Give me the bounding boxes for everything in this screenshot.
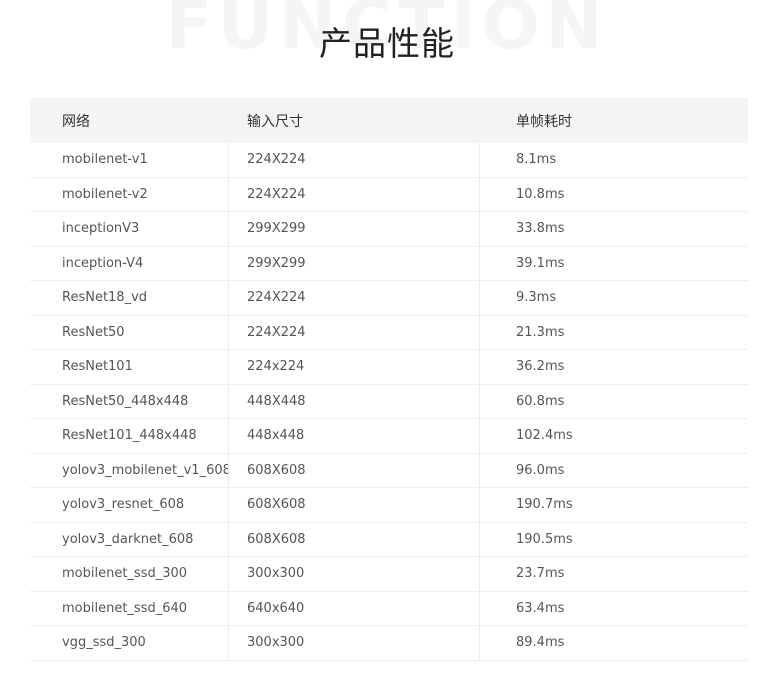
table-row: yolov3_darknet_608 608X608 190.5ms [30,522,748,557]
cell-input-size: 224x224 [229,350,480,384]
page-title: 产品性能 [319,24,455,63]
cell-input-size: 299X299 [229,246,480,280]
table-row: mobilenet-v2 224X224 10.8ms [30,177,748,212]
table-row: ResNet101_448x448 448x448 102.4ms [30,419,748,454]
cell-frame-time: 36.2ms [516,359,565,375]
cell-frame-time: 102.4ms [516,428,573,444]
performance-table: 网络 输入尺寸 单帧耗时 mobilenet-v1 224X224 8.1ms mob… [30,98,748,661]
table-row: mobilenet_ssd_300 300x300 23.7ms [30,557,748,592]
cell-frame-time: 190.5ms [480,522,748,556]
cell-input-size: 640x640 [229,591,480,625]
cell-network: ResNet18_vd [30,281,229,315]
table-header-row: 网络 输入尺寸 单帧耗时 [30,98,748,143]
header-input-size: 输入尺寸 [247,113,303,130]
cell-input-size: 608X608 [229,522,480,556]
cell-network: inception-V4 [30,246,229,280]
table-row: yolov3_resnet_608 608X608 190.7ms [30,488,748,523]
cell-input-size: 300x300 [229,557,480,591]
cell-input-size: 299X299 [229,212,480,246]
cell-frame-time: 9.3ms [516,290,557,306]
table-row: inception-V4 299X299 39.1ms [30,246,748,281]
cell-network: yolov3_mobilenet_v1_608 [30,453,229,487]
table-row: mobilenet-v1 224X224 8.1ms [30,143,748,178]
cell-frame-time: 89.4ms [516,635,565,651]
cell-network: ResNet50_448x448 [30,384,229,418]
header-network: 网络 [62,113,90,130]
cell-frame-time: 33.8ms [516,221,565,237]
cell-network: ResNet50 [30,315,229,349]
cell-frame-time: 21.3ms [480,315,748,349]
table-row: ResNet101 224x224 36.2ms [30,350,748,385]
cell-frame-time: 63.4ms [480,591,748,625]
cell-frame-time: 8.1ms [516,152,557,168]
cell-network: yolov3_resnet_608 [30,488,229,522]
table-row: vgg_ssd_300 300x300 89.4ms [30,626,748,661]
cell-input-size: 608X608 [229,453,480,487]
cell-frame-time: 190.7ms [516,497,573,513]
cell-input-size: 448x448 [229,419,480,453]
cell-frame-time: 10.8ms [480,177,748,211]
cell-input-size: 224X224 [229,143,480,177]
table-body: mobilenet-v1 224X224 8.1ms mobilenet-v2 224X… [30,143,748,661]
cell-network: inceptionV3 [30,212,229,246]
cell-input-size: 448X448 [229,384,480,418]
cell-network: mobilenet_ssd_300 [30,557,229,591]
cell-input-size: 300x300 [229,626,480,660]
table-row: inceptionV3 299X299 33.8ms [30,212,748,247]
cell-frame-time: 60.8ms [480,384,748,418]
table-row: mobilenet_ssd_640 640x640 63.4ms [30,591,748,626]
cell-input-size: 224X224 [229,177,480,211]
cell-input-size: 608X608 [229,488,480,522]
table-row: ResNet50 224X224 21.3ms [30,315,748,350]
section-header: FUNCTION 产品性能 [0,0,774,90]
cell-network: vgg_ssd_300 [30,626,229,660]
cell-frame-time: 39.1ms [480,246,748,280]
cell-network: ResNet101 [30,350,229,384]
cell-network: mobilenet_ssd_640 [30,591,229,625]
table-row: ResNet50_448x448 448X448 60.8ms [30,384,748,419]
cell-network: yolov3_darknet_608 [30,522,229,556]
cell-input-size: 224X224 [229,315,480,349]
header-frame-time: 单帧耗时 [516,113,572,130]
table-row: yolov3_mobilenet_v1_608 608X608 96.0ms [30,453,748,488]
cell-network: mobilenet-v2 [30,177,229,211]
cell-frame-time: 23.7ms [516,566,565,582]
table-row: ResNet18_vd 224X224 9.3ms [30,281,748,316]
cell-network: ResNet101_448x448 [30,419,229,453]
cell-frame-time: 96.0ms [480,453,748,487]
cell-input-size: 224X224 [229,281,480,315]
cell-network: mobilenet-v1 [30,143,229,177]
